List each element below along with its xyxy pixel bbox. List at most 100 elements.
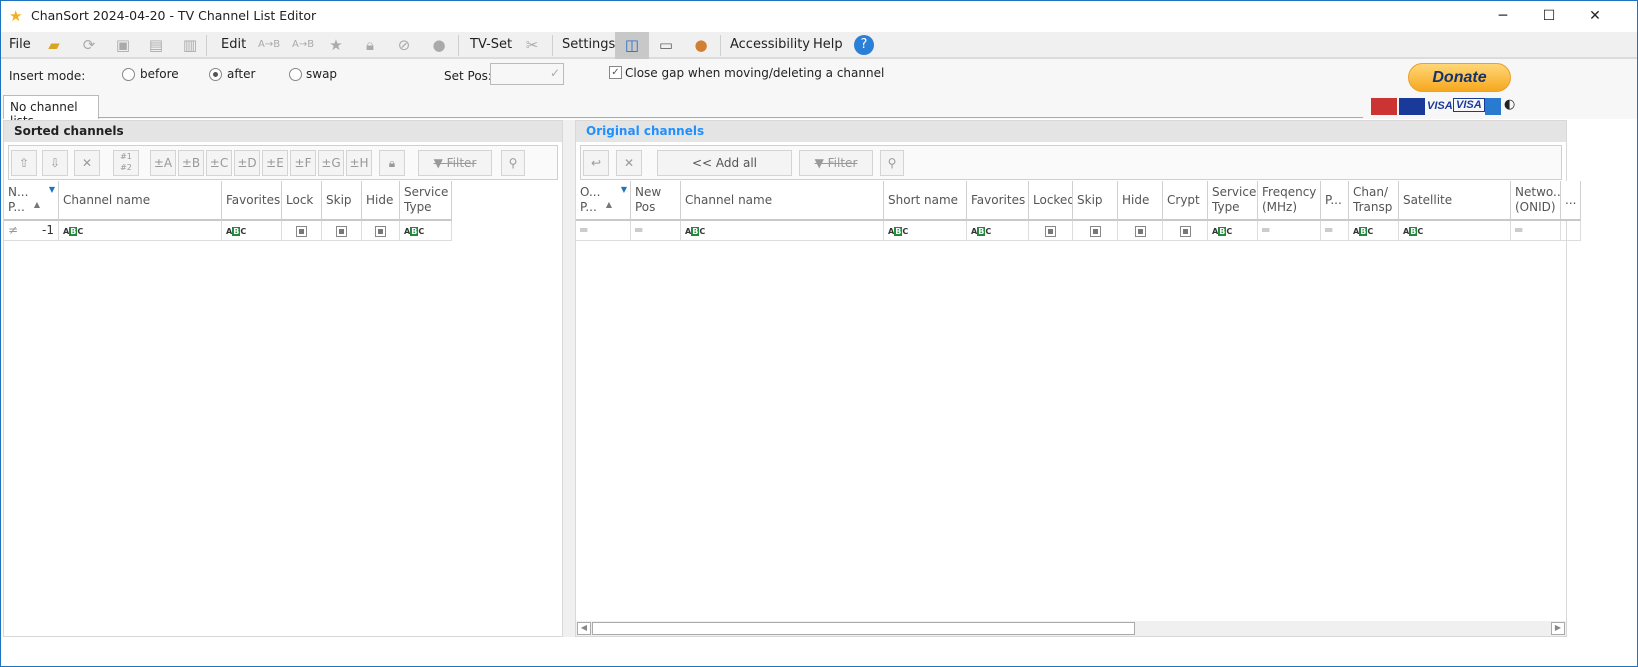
open-folder-icon[interactable]: ▰ [44,36,64,54]
table-cell[interactable] [362,221,400,241]
search-icon[interactable]: ⚲ [880,150,904,176]
tab-no-channel-lists[interactable]: No channel lists [3,95,99,128]
close-gap-label[interactable]: Close gap when moving/deleting a channel [625,66,884,80]
favorite-toggle-button[interactable]: ±D [234,150,260,176]
column-header[interactable]: Service Type [1208,181,1258,221]
table-cell[interactable]: ═ [576,221,631,241]
column-header[interactable]: Short name [884,181,967,221]
table-cell[interactable] [1073,221,1118,241]
search-icon[interactable]: ⚲ [501,150,525,176]
column-header[interactable]: Favorites [222,181,282,221]
save-icon[interactable]: ▣ [113,36,133,54]
table-cell[interactable] [1029,221,1073,241]
menu-file[interactable]: File [9,37,31,52]
table-cell[interactable]: ABC [884,221,967,241]
confirm-check-icon[interactable]: ✓ [550,66,560,80]
table-cell[interactable]: ABC [1349,221,1399,241]
table-cell[interactable]: ABC [59,221,222,241]
checkbox[interactable] [375,226,386,237]
menu-accessibility[interactable]: Accessibility [730,37,810,52]
favorite-toggle-button[interactable]: ±A [150,150,176,176]
save-as-icon[interactable]: ▤ [146,36,166,54]
move-up-icon[interactable]: ⇧ [11,150,37,176]
checkbox[interactable] [296,226,307,237]
table-cell[interactable]: ABC [1399,221,1511,241]
column-header[interactable]: Satellite [1399,181,1511,221]
scrollbar-thumb[interactable] [592,622,1135,635]
radio-swap-label[interactable]: swap [306,67,337,81]
column-header[interactable]: Channel name [59,181,222,221]
table-cell[interactable]: ABC [400,221,452,241]
menu-help[interactable]: Help [813,37,843,52]
add-back-icon[interactable]: ↩ [583,150,609,176]
column-header[interactable]: Freqency (MHz) [1258,181,1321,221]
hide-icon[interactable]: ● [429,36,449,54]
radio-before-label[interactable]: before [140,67,179,81]
favorite-toggle-button[interactable]: ±G [318,150,344,176]
comment-icon[interactable]: ▭ [656,36,676,54]
table-cell[interactable]: ═ [1511,221,1561,241]
favorite-toggle-button[interactable]: ±F [290,150,316,176]
tools-icon[interactable]: ✂ [522,36,542,54]
swap-ab-alt-icon[interactable]: A→B [292,36,314,54]
filter-button[interactable]: ▼ Filter [418,150,492,176]
lock-icon[interactable]: 🔒︎ [360,36,380,54]
checkbox[interactable] [336,226,347,237]
table-cell[interactable] [322,221,362,241]
column-header[interactable]: Lock [282,181,322,221]
column-header[interactable]: Channel name [681,181,884,221]
move-down-icon[interactable]: ⇩ [42,150,68,176]
column-header[interactable]: Skip [1073,181,1118,221]
print-icon[interactable]: ▥ [180,36,200,54]
renumber-button[interactable]: #1 #2 [113,150,139,176]
splitter[interactable] [563,120,575,637]
table-cell[interactable]: ABC [681,221,884,241]
checkbox[interactable] [1045,226,1056,237]
remove-icon[interactable]: ✕ [616,150,642,176]
reload-icon[interactable]: ⟳ [79,36,99,54]
minimize-button[interactable]: ─ [1480,1,1526,32]
palette-icon[interactable]: ● [691,36,711,54]
column-header[interactable]: Locked [1029,181,1073,221]
lock-icon[interactable]: 🔒︎ [379,150,405,176]
table-cell[interactable]: ═ [1258,221,1321,241]
swap-ab-icon[interactable]: A→B [258,36,280,54]
table-cell[interactable]: ═ [1321,221,1349,241]
column-header[interactable]: N... P... ▲ ▼ [4,181,59,221]
table-cell[interactable]: ABC [222,221,282,241]
close-button[interactable]: ✕ [1572,1,1618,32]
radio-swap[interactable] [289,68,302,81]
donate-button[interactable]: Donate [1408,63,1511,92]
filter-button[interactable]: ▼ Filter [799,150,873,176]
column-header[interactable]: O... P... ▲ ▼ [576,181,631,221]
scroll-left-icon[interactable]: ◀ [577,622,591,635]
radio-before[interactable] [122,68,135,81]
radio-after[interactable] [209,68,222,81]
column-header[interactable]: Crypt [1163,181,1208,221]
add-all-button[interactable]: << Add all [657,150,792,176]
menu-settings[interactable]: Settings [562,37,615,52]
column-header[interactable]: Chan/ Transp [1349,181,1399,221]
table-cell[interactable] [282,221,322,241]
menu-tv-set[interactable]: TV-Set [470,37,512,52]
checkbox[interactable] [1134,226,1146,237]
horizontal-scrollbar[interactable]: ◀ ▶ [576,621,1566,636]
checkbox[interactable] [1179,226,1191,237]
checkbox[interactable] [1089,226,1101,237]
favorite-toggle-button[interactable]: ±B [178,150,204,176]
column-header[interactable]: ... [1561,181,1581,221]
table-cell[interactable]: ABC [967,221,1029,241]
radio-after-label[interactable]: after [227,67,255,81]
skip-icon[interactable]: ⊘ [394,36,414,54]
column-header[interactable]: Netwo... (ONID) [1511,181,1561,221]
help-question-icon[interactable]: ? [854,35,874,55]
column-header[interactable]: Favorites [967,181,1029,221]
favorite-toggle-button[interactable]: ±E [262,150,288,176]
column-header[interactable]: New Pos [631,181,681,221]
column-header[interactable]: P... [1321,181,1349,221]
layout-panels-icon[interactable]: ◫ [615,32,649,59]
table-cell[interactable]: ≠ -1 [4,221,59,241]
maximize-button[interactable]: ☐ [1526,1,1572,32]
table-cell[interactable] [1163,221,1208,241]
table-cell[interactable]: ABC [1208,221,1258,241]
